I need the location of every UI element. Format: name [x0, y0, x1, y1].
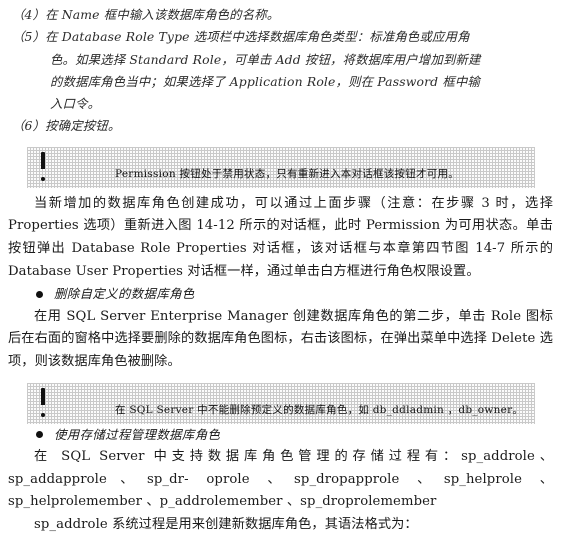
step-5-line-2: 色。如果选择 Standard Role，可单击 Add 按钮，将数据库用户增加… [50, 51, 481, 67]
paragraph-delete-role-steps: 在用 SQL Server Enterprise Manager 创建数据库角色… [8, 308, 553, 369]
bullet-dot-icon [36, 290, 43, 298]
numbered-steps-block: （4）在 Name 框中输入该数据库角色的名称。 （5）在 Database R… [0, 0, 561, 138]
note-box-permission: Permission 按钮处于禁用状态，只有重新进入本对话框该按钮才可用。 [27, 146, 535, 188]
bullet-delete-custom-role: 删除自定义的数据库角色 [0, 283, 561, 306]
note-box-predefined-roles: 在 SQL Server 中不能删除预定义的数据库角色，如 db_ddladmi… [27, 382, 535, 424]
exclamation-bar [41, 387, 45, 405]
paragraph-stored-procedure-list: 在 SQL Server 中支持数据库角色管理的存储过程有：sp_addrole… [8, 449, 553, 510]
exclamation-icon [38, 149, 48, 183]
step-6-line-1: （6）按确定按钮。 [12, 118, 121, 134]
bullet-dot-icon [36, 431, 43, 439]
step-5-line-1: （5）在 Database Role Type 选项栏中选择数据库角色类型：标准… [12, 29, 470, 45]
note-1-text: Permission 按钮处于禁用状态，只有重新进入本对话框该按钮才可用。 [115, 167, 459, 180]
note-2-text: 在 SQL Server 中不能删除预定义的数据库角色，如 db_ddladmi… [115, 403, 524, 416]
paragraph-database-role-properties: 当新增加的数据库角色创建成功，可以通过上面步骤（注意：在步骤 3 时，选择 Pr… [8, 195, 553, 279]
exclamation-bar [41, 151, 45, 169]
paragraph-sp-addrole-syntax: sp_addrole 系统过程是用来创建新数据库角色，其语法格式为： [34, 516, 418, 532]
step-4-line-1: （4）在 Name 框中输入该数据库角色的名称。 [12, 7, 280, 22]
document-page: （4）在 Name 框中输入该数据库角色的名称。 （5）在 Database R… [0, 0, 561, 532]
exclamation-dot [41, 176, 45, 181]
step-5-line-3: 的数据库角色当中；如果选择了 Application Role，则在 Passw… [50, 73, 480, 89]
step-5-line-4: 入口令。 [50, 96, 101, 112]
bullet-1-label: 删除自定义的数据库角色 [54, 286, 195, 302]
bullet-2-label: 使用存储过程管理数据库角色 [54, 426, 221, 442]
exclamation-dot [41, 412, 45, 417]
bullet-stored-procedures: 使用存储过程管理数据库角色 [0, 424, 561, 447]
exclamation-icon [38, 385, 48, 419]
